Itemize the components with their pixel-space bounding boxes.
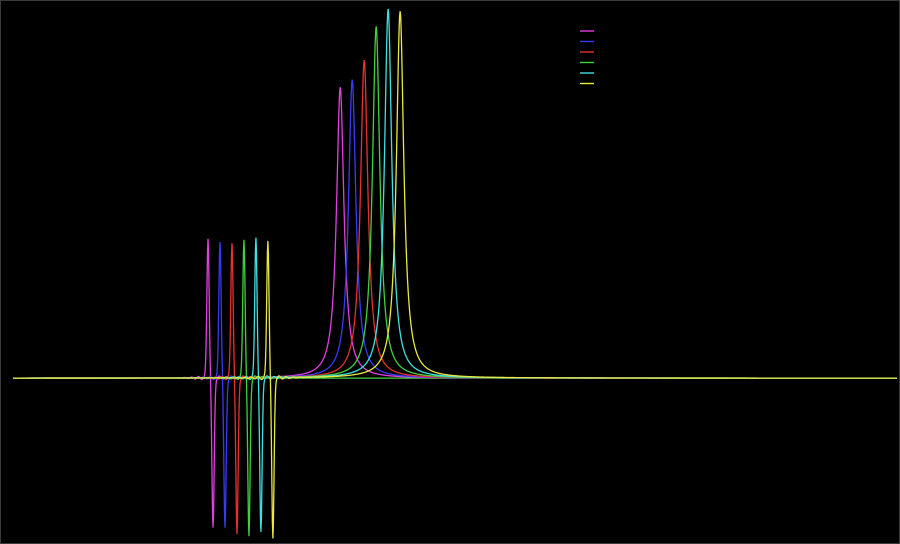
series-line-6 [12, 11, 897, 539]
series-curves [12, 8, 898, 539]
legend [580, 30, 594, 85]
series-line-2 [12, 79, 897, 528]
chart-frame [0, 0, 900, 544]
chart-plot [12, 8, 898, 539]
series-line-3 [12, 59, 897, 535]
series-line-4 [12, 26, 897, 537]
series-line-1 [12, 87, 897, 528]
series-line-5 [12, 8, 897, 532]
